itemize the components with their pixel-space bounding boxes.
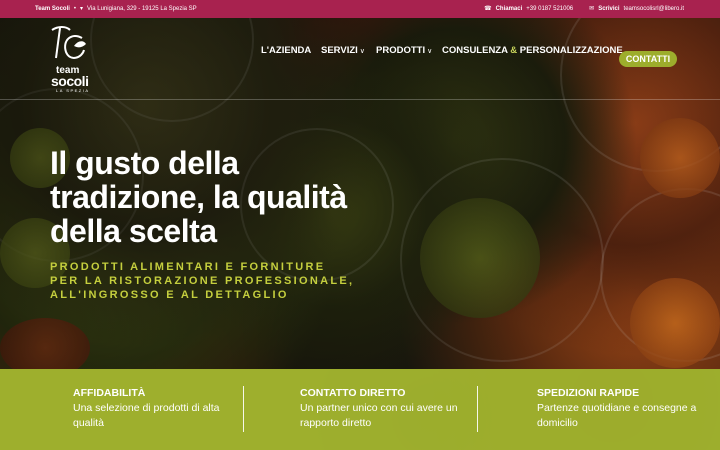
topbar-brand: Team Socoli bbox=[35, 6, 70, 12]
call-label: Chiamaci bbox=[495, 6, 523, 12]
phone-icon: ☎ bbox=[484, 6, 492, 12]
feature-divider bbox=[477, 386, 478, 432]
feature-affidabilita: AFFIDABILITÀ Una selezione di prodotti d… bbox=[73, 387, 238, 431]
write-label: Scrivici bbox=[598, 6, 620, 12]
feature-title: CONTATTO DIRETTO bbox=[300, 387, 406, 399]
feature-title: AFFIDABILITÀ bbox=[73, 387, 146, 399]
topbar-right: ☎ Chiamaci +39 0187 521006 ✉ Scrivici te… bbox=[484, 0, 684, 18]
nav-item-label: PERSONALIZZAZIONE bbox=[519, 44, 623, 56]
feature-text: Partenze quotidiane e consegne a domicil… bbox=[537, 402, 697, 429]
feature-divider bbox=[243, 386, 244, 432]
topbar-address: Via Lunigiana, 329 - 19125 La Spezia SP bbox=[87, 6, 197, 12]
nav-item-prodotti[interactable]: PRODOTTI ∨ bbox=[376, 45, 432, 56]
hero-headline: Il gusto della tradizione, la qualità de… bbox=[50, 145, 347, 249]
nav-divider bbox=[0, 99, 720, 100]
logo-text-socoli: socoli bbox=[51, 73, 89, 89]
top-info-bar: Team Socoli • ▾ Via Lunigiana, 329 - 191… bbox=[0, 0, 720, 18]
feature-text: Un partner unico con cui avere un rappor… bbox=[300, 402, 458, 429]
email-link[interactable]: teamsocolisrl@libero.it bbox=[624, 6, 684, 12]
nav-item-servizi[interactable]: SERVIZI ∨ bbox=[321, 45, 365, 56]
dot-separator: • bbox=[73, 6, 77, 12]
feature-title: SPEDIZIONI RAPIDE bbox=[537, 387, 640, 399]
feature-spedizioni: SPEDIZIONI RAPIDE Partenze quotidiane e … bbox=[537, 387, 707, 431]
nav-item-consulenza[interactable]: CONSULENZA & PERSONALIZZAZIONE bbox=[442, 45, 623, 56]
logo-monogram-icon bbox=[51, 26, 86, 59]
feature-contatto: CONTATTO DIRETTO Un partner unico con cu… bbox=[300, 387, 472, 431]
chevron-down-icon: ∨ bbox=[427, 47, 433, 55]
contatti-button[interactable]: CONTATTI bbox=[619, 51, 677, 67]
map-pin-icon: ▾ bbox=[80, 6, 84, 12]
chevron-down-icon: ∨ bbox=[359, 47, 365, 55]
phone-link[interactable]: +39 0187 521006 bbox=[526, 6, 573, 12]
nav-item-label: L'AZIENDA bbox=[261, 44, 312, 56]
hero-subheadline: PRODOTTI ALIMENTARI E FORNITURE PER LA R… bbox=[50, 261, 355, 301]
nav-item-label: PRODOTTI bbox=[376, 44, 426, 56]
logo-text-city: LA SPEZIA bbox=[56, 88, 90, 93]
site-logo[interactable]: team socoli LA SPEZIA bbox=[42, 24, 98, 96]
topbar-left: Team Socoli • ▾ Via Lunigiana, 329 - 191… bbox=[35, 0, 197, 18]
envelope-icon: ✉ bbox=[589, 6, 595, 12]
feature-text: Una selezione di prodotti di alta qualit… bbox=[73, 402, 220, 429]
nav-item-azienda[interactable]: L'AZIENDA bbox=[261, 45, 311, 56]
nav-item-label: CONSULENZA bbox=[442, 44, 508, 56]
nav-item-label: SERVIZI bbox=[321, 44, 358, 56]
nav-ampersand: & bbox=[510, 44, 518, 56]
